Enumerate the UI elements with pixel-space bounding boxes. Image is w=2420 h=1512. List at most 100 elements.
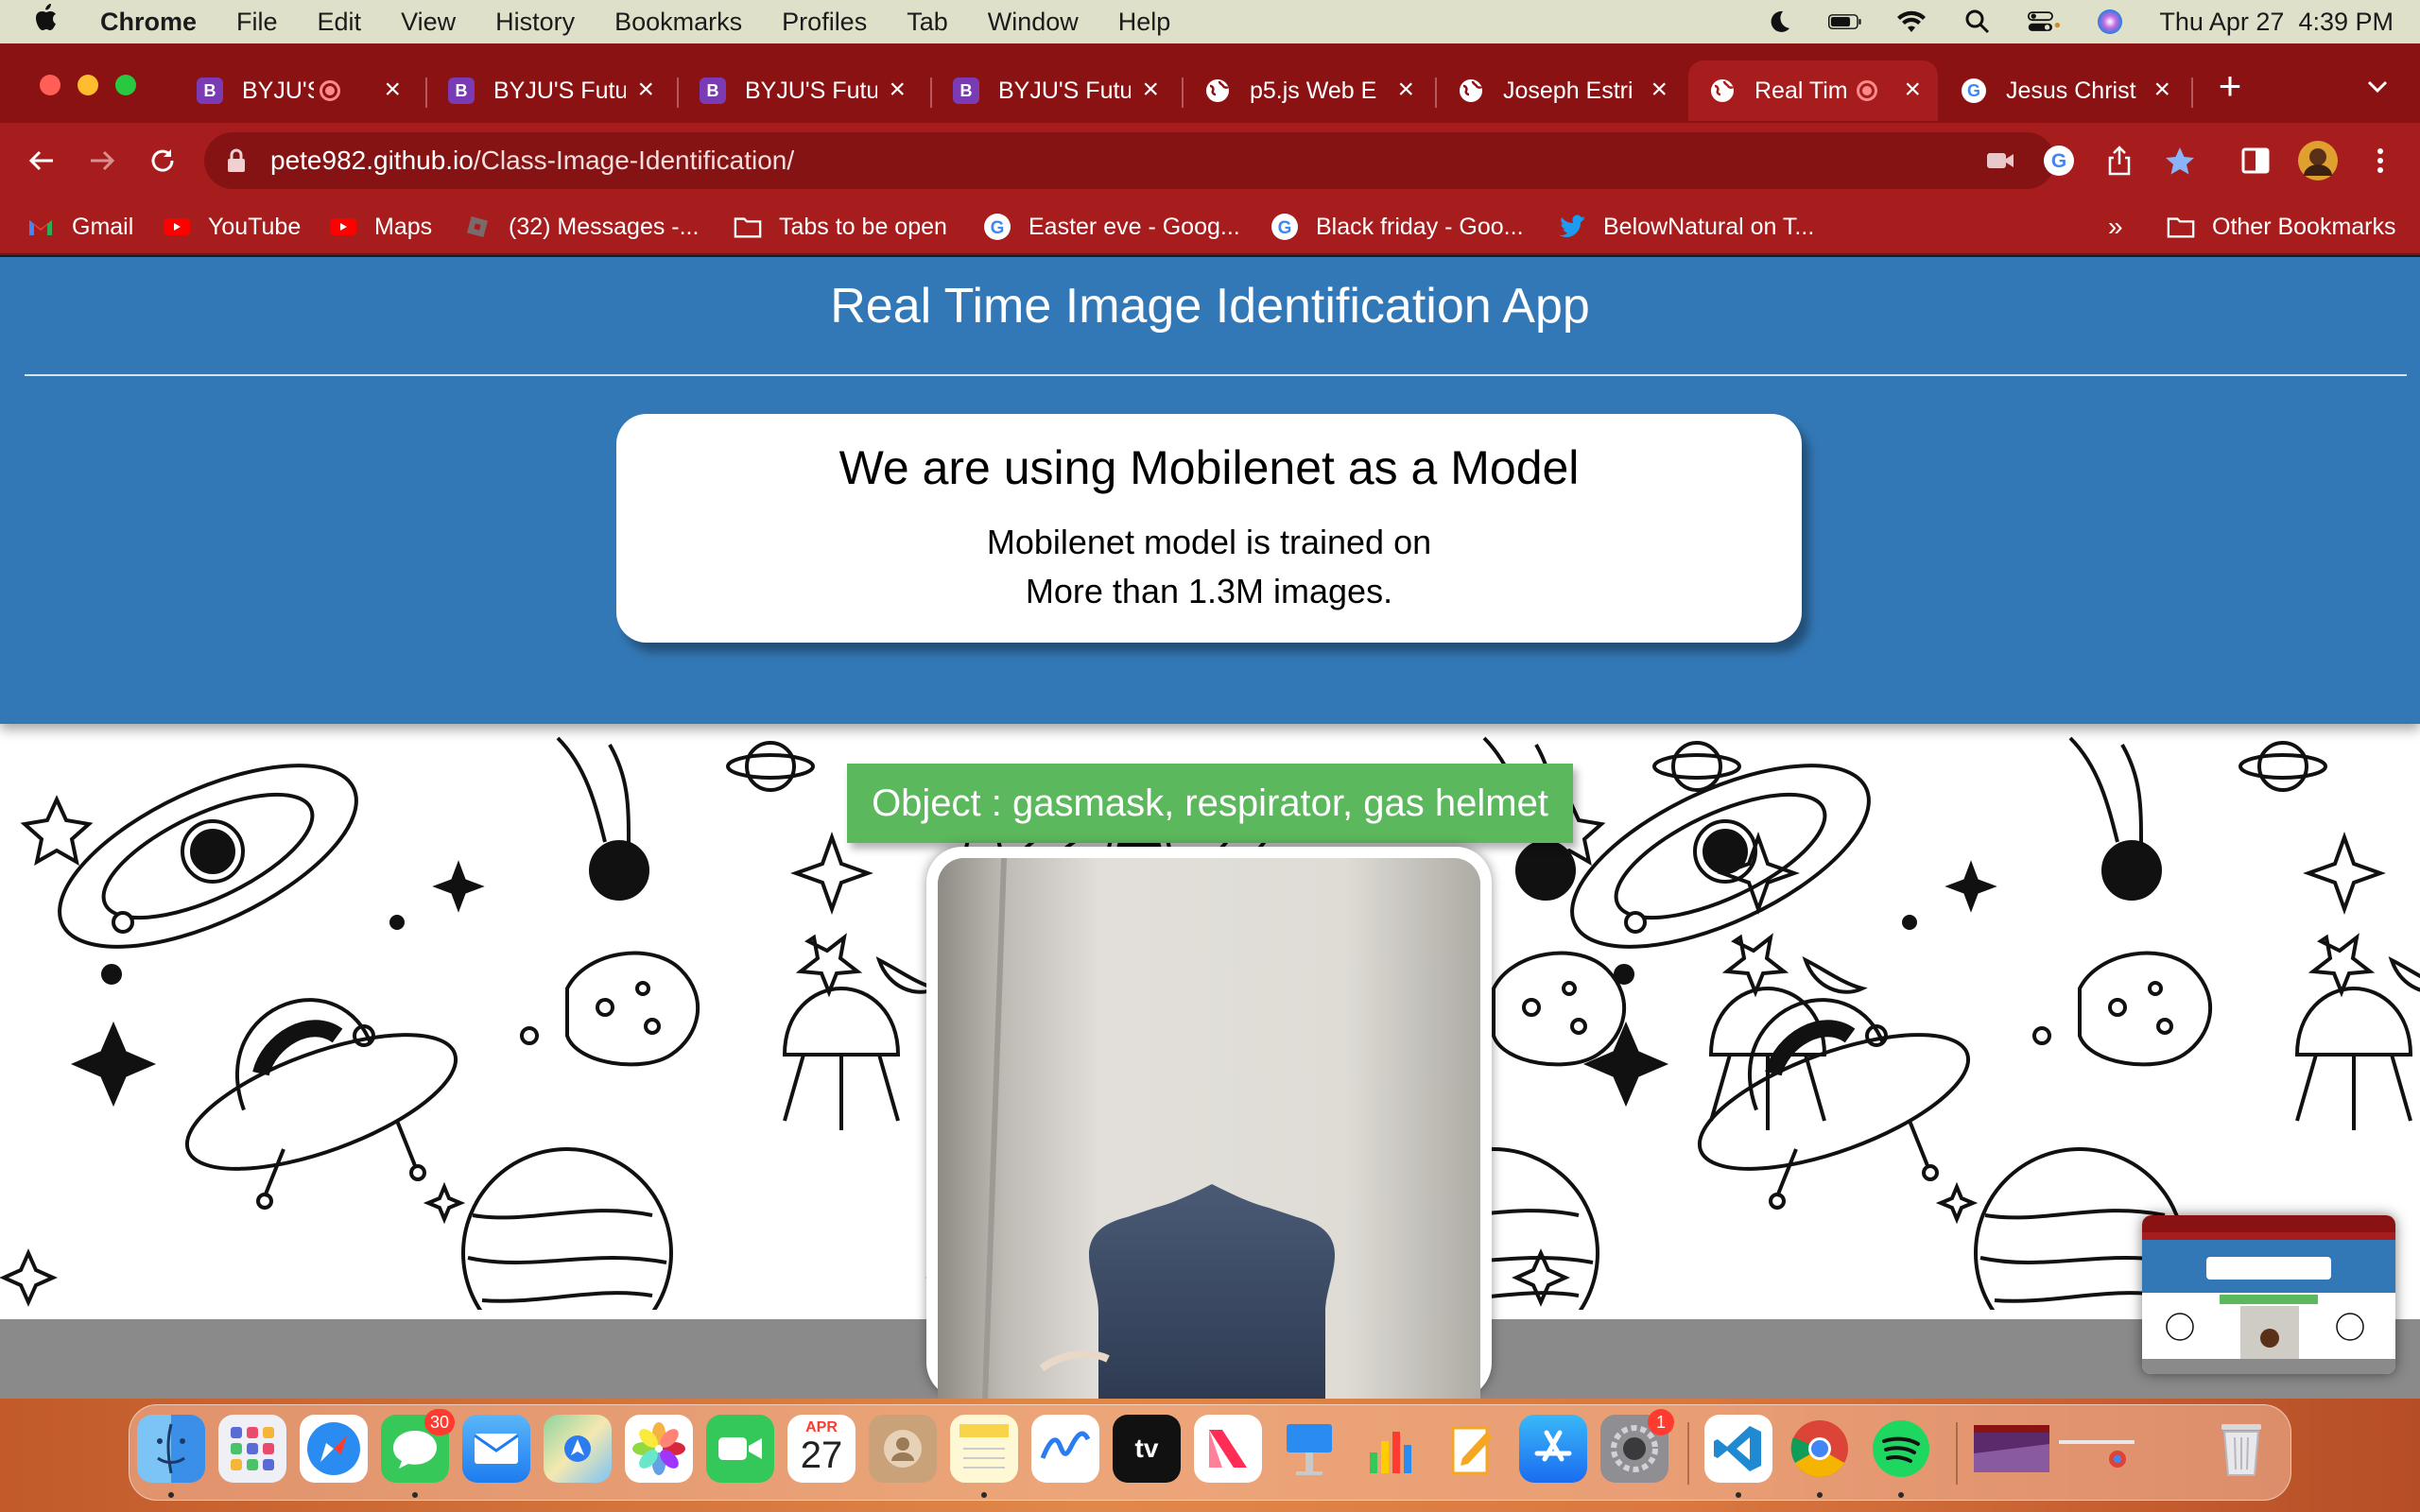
browser-tab[interactable]: B BYJU'S Futu ×: [932, 60, 1176, 121]
tab-separator: [2191, 77, 2193, 108]
bookmark-black-friday[interactable]: G Black friday - Goo...: [1270, 208, 1524, 246]
byjus-icon: B: [197, 77, 223, 104]
camera-in-use-icon[interactable]: [1978, 138, 2023, 183]
running-indicator: [1736, 1492, 1741, 1498]
address-bar[interactable]: pete982.github.io/Class-Image-Identifica…: [204, 132, 2055, 189]
siri-icon[interactable]: [2093, 8, 2127, 36]
bookmark-maps[interactable]: Maps: [329, 208, 432, 246]
dock-notes[interactable]: [950, 1415, 1018, 1483]
gmail-icon: [26, 213, 55, 241]
bookmark-youtube[interactable]: YouTube: [163, 208, 301, 246]
dock-system-settings[interactable]: 1: [1600, 1409, 1674, 1483]
side-panel-icon[interactable]: [2233, 138, 2278, 183]
battery-icon[interactable]: [1828, 8, 1862, 36]
dock-spotify[interactable]: [1867, 1415, 1935, 1483]
tab-search-chevron-icon[interactable]: [2363, 72, 2394, 102]
dock-chrome[interactable]: [1786, 1415, 1854, 1483]
window-close-button[interactable]: [40, 75, 60, 95]
model-description-line-1: Mobilenet model is trained on: [986, 523, 1432, 561]
back-arrow-icon[interactable]: [21, 140, 62, 181]
tab-close-icon[interactable]: ×: [637, 74, 654, 106]
spotlight-search-icon[interactable]: [1961, 8, 1995, 36]
menu-help[interactable]: Help: [1118, 8, 1171, 37]
window-zoom-button[interactable]: [115, 75, 136, 95]
dock-apple-tv[interactable]: tv: [1113, 1415, 1181, 1483]
menu-tab[interactable]: Tab: [907, 8, 948, 37]
browser-tab[interactable]: Joseph Estri ×: [1437, 60, 1685, 121]
tab-close-icon[interactable]: ×: [1651, 74, 1668, 106]
wifi-icon[interactable]: [1894, 8, 1928, 36]
dock-facetime[interactable]: [706, 1415, 774, 1483]
tab-close-icon[interactable]: ×: [889, 74, 906, 106]
share-icon[interactable]: [2097, 138, 2142, 183]
tab-title: BYJU'S |: [242, 77, 314, 104]
dock-mail[interactable]: [462, 1415, 530, 1483]
reload-icon[interactable]: [142, 140, 183, 181]
browser-tab[interactable]: p5.js Web E ×: [1184, 60, 1431, 121]
dock-minimized-window[interactable]: [1973, 1415, 2050, 1483]
menu-edit[interactable]: Edit: [318, 8, 362, 37]
dock-calendar[interactable]: APR 27: [787, 1415, 856, 1483]
safari-icon: [307, 1422, 360, 1475]
browser-tab[interactable]: B BYJU'S Futu ×: [427, 60, 671, 121]
screen-recording-thumbnail[interactable]: [2142, 1215, 2395, 1374]
dock-vscode[interactable]: [1704, 1415, 1772, 1483]
messages-badge: 30: [424, 1409, 455, 1435]
focus-moon-icon[interactable]: [1762, 8, 1796, 36]
dock-photos[interactable]: [625, 1415, 693, 1483]
browser-tab[interactable]: B BYJU'S | ×: [176, 60, 418, 121]
menu-window[interactable]: Window: [988, 8, 1079, 37]
dock-contacts[interactable]: [869, 1415, 937, 1483]
dock-freeform[interactable]: [1031, 1415, 1099, 1483]
tab-close-icon[interactable]: ×: [2153, 74, 2170, 106]
dock-trash[interactable]: [2207, 1415, 2275, 1483]
dock-launchpad[interactable]: [218, 1415, 286, 1483]
dock-maps[interactable]: [544, 1415, 612, 1483]
bookmark-messages[interactable]: (32) Messages -...: [463, 208, 699, 246]
dock-finder[interactable]: [137, 1415, 205, 1483]
window-minimize-button[interactable]: [78, 75, 98, 95]
dock-pages[interactable]: [1438, 1415, 1506, 1483]
bookmark-star-icon[interactable]: [2157, 138, 2203, 183]
profile-avatar[interactable]: [2295, 138, 2341, 183]
menu-history[interactable]: History: [495, 8, 575, 37]
menu-profiles[interactable]: Profiles: [782, 8, 867, 37]
control-center-icon[interactable]: [2027, 8, 2061, 36]
browser-tab[interactable]: G Jesus Christ ×: [1940, 60, 2187, 121]
forward-arrow-icon[interactable]: [81, 140, 123, 181]
other-bookmarks[interactable]: Other Bookmarks: [2167, 208, 2396, 246]
bookmark-gmail[interactable]: Gmail: [26, 208, 133, 246]
dock-news[interactable]: [1194, 1415, 1262, 1483]
bookmark-easter-eve[interactable]: G Easter eve - Goog...: [983, 208, 1240, 246]
lock-icon[interactable]: [225, 147, 251, 174]
browser-tab-active[interactable]: Real Tim ×: [1688, 60, 1938, 121]
classification-result-label: Object : gasmask, respirator, gas helmet: [847, 764, 1573, 843]
apple-menu-icon[interactable]: [34, 3, 68, 41]
url-text[interactable]: pete982.github.io/Class-Image-Identifica…: [270, 146, 794, 176]
dock-minimized-chrome[interactable]: [2058, 1415, 2135, 1483]
tab-close-icon[interactable]: ×: [1397, 74, 1414, 106]
tab-close-icon[interactable]: ×: [1904, 74, 1921, 106]
tab-close-icon[interactable]: ×: [1142, 74, 1159, 106]
menu-clock[interactable]: Thu Apr 27 4:39 PM: [2159, 8, 2394, 37]
menu-app-name[interactable]: Chrome: [100, 8, 197, 37]
tab-close-icon[interactable]: ×: [384, 74, 401, 106]
bookmark-folder-tabs[interactable]: Tabs to be open: [734, 208, 947, 246]
dock-safari[interactable]: [300, 1415, 368, 1483]
bookmarks-overflow-chevron[interactable]: »: [2108, 208, 2123, 246]
menu-bookmarks[interactable]: Bookmarks: [614, 8, 742, 37]
chrome-menu-icon[interactable]: [2358, 138, 2403, 183]
dock-messages[interactable]: 30: [381, 1409, 455, 1483]
dock-numbers[interactable]: [1357, 1415, 1425, 1483]
google-icon: G: [983, 213, 1011, 241]
bookmark-belownatural[interactable]: BelowNatural on T...: [1558, 208, 1814, 246]
google-lens-icon[interactable]: G: [2036, 138, 2082, 183]
model-info-card: We are using Mobilenet as a Model Mobile…: [616, 414, 1802, 643]
apple-tv-icon: tv: [1134, 1434, 1159, 1463]
browser-tab[interactable]: B BYJU'S Futu ×: [679, 60, 923, 121]
menu-file[interactable]: File: [236, 8, 278, 37]
dock-keynote[interactable]: [1275, 1415, 1343, 1483]
menu-view[interactable]: View: [401, 8, 456, 37]
dock-app-store[interactable]: [1519, 1415, 1587, 1483]
new-tab-button[interactable]: +: [2210, 66, 2250, 106]
